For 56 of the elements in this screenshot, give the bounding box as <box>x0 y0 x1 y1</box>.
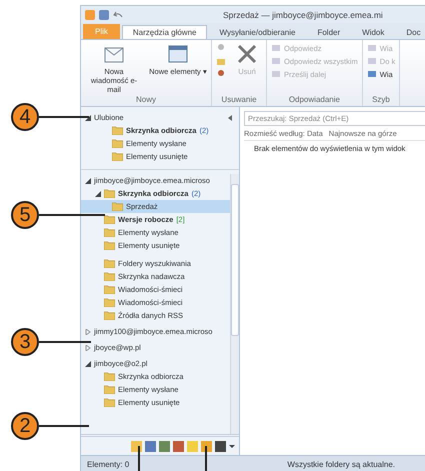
sync-status: Wszystkie foldery są aktualne. <box>287 460 395 468</box>
leader-line <box>138 446 140 471</box>
group-label: Usuwanie <box>220 95 258 106</box>
expanded-triangle-icon[interactable] <box>85 114 91 120</box>
item-count-status: Elementy: 0 <box>87 460 130 468</box>
callout-number: 5 <box>11 201 39 229</box>
folder-icon <box>104 311 115 320</box>
folder-icon <box>104 241 115 250</box>
folder-icon <box>104 189 115 198</box>
folder-icon <box>104 228 115 237</box>
group-label: Nowy <box>134 95 157 106</box>
expanded-triangle-icon[interactable] <box>95 190 101 196</box>
group-label: Odpowiadanie <box>288 95 341 106</box>
folder-icon <box>112 126 123 135</box>
module-icon[interactable] <box>131 440 142 452</box>
expanded-triangle-icon[interactable] <box>85 360 91 366</box>
dropdown-icon[interactable] <box>229 443 235 449</box>
ribbon-tab[interactable]: Doc <box>396 26 425 39</box>
folder-icon <box>104 372 115 381</box>
leader-line <box>39 341 91 343</box>
scrollbar[interactable] <box>230 174 239 434</box>
calendar-icon <box>167 43 189 65</box>
undo-icon[interactable] <box>113 10 123 20</box>
collapsed-triangle-icon[interactable] <box>85 344 91 350</box>
folder-icon <box>104 215 115 224</box>
module-icon[interactable] <box>215 440 226 452</box>
folder-icon <box>104 285 115 294</box>
module-icon[interactable] <box>201 440 212 452</box>
save-icon[interactable] <box>99 10 109 20</box>
outlook-logo-icon <box>85 10 95 20</box>
folder-icon <box>104 272 115 281</box>
collapse-pane-icon[interactable] <box>227 114 233 120</box>
collapsed-triangle-icon[interactable] <box>85 328 91 334</box>
ribbon-tab[interactable]: Narzędzia główne <box>122 25 208 39</box>
ribbon-tab[interactable]: Widok <box>352 26 394 39</box>
x-icon <box>236 43 258 65</box>
folder-icon <box>112 139 123 148</box>
folder-icon <box>104 398 115 407</box>
leader-line <box>39 116 89 118</box>
expanded-triangle-icon[interactable] <box>85 178 91 184</box>
folder-icon <box>104 385 115 394</box>
folder-icon <box>104 298 115 307</box>
folder-icon <box>112 202 123 211</box>
group-label: Szyb <box>371 95 391 106</box>
callout-number: 4 <box>11 103 39 131</box>
ribbon-tab[interactable]: Folder <box>307 26 350 39</box>
callout-number: 2 <box>11 412 39 440</box>
callout-number: 3 <box>11 328 39 356</box>
leader-line <box>39 425 89 427</box>
leader-line <box>39 214 105 216</box>
window-title: Sprzedaż — jimboyce@jimboyce.emea.mi <box>223 10 383 20</box>
ribbon-tab[interactable]: Wysyłanie/odbieranie <box>209 26 306 39</box>
folder-icon <box>104 259 115 268</box>
folder-icon <box>112 152 123 161</box>
folder-move-icon <box>216 56 226 66</box>
leader-line <box>205 446 206 471</box>
